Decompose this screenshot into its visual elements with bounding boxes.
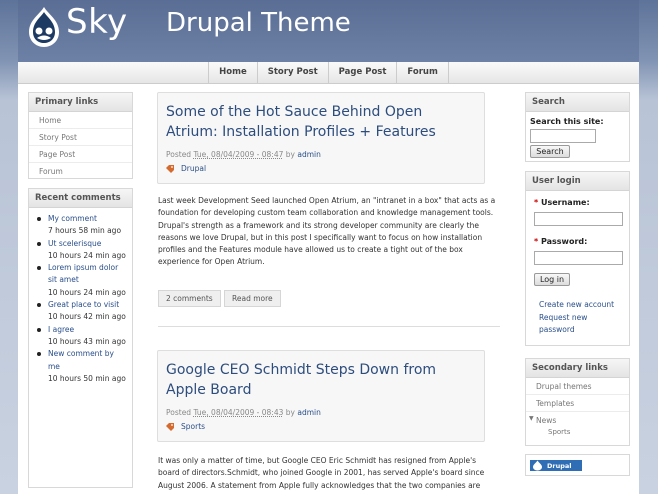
read-more-link[interactable]: Read more <box>224 290 281 307</box>
powered-by-block: Drupal <box>525 454 630 476</box>
by-label: by <box>285 408 295 417</box>
log-in-button[interactable]: Log in <box>534 273 570 286</box>
post-submitted: Posted Tue, 08/04/2009 - 08:43 by admin <box>158 408 484 417</box>
sidebar-item-label: News <box>536 416 557 425</box>
by-label: by <box>285 150 295 159</box>
create-account-link[interactable]: Create new account <box>539 300 614 309</box>
badge-text: Drupal <box>547 461 572 470</box>
comment-time: 10 hours 24 min ago <box>48 250 126 260</box>
search-label: Search this site: <box>530 117 604 126</box>
list-item: Great place to visit 10 hours 42 min ago <box>35 299 126 324</box>
sidebar-item-drupal-themes[interactable]: Drupal themes <box>526 378 629 395</box>
password-label-text: Password: <box>540 237 588 246</box>
drupal-drop-icon <box>533 460 542 471</box>
expanded-triangle-icon: ▼ <box>529 415 534 422</box>
request-password-line1: Request new <box>539 313 588 322</box>
author-link[interactable]: admin <box>297 150 321 159</box>
request-password-line2: password <box>539 325 575 335</box>
required-mark: * <box>534 198 539 207</box>
drupal-logo-icon[interactable] <box>28 6 60 48</box>
username-label: * Username: <box>534 198 590 207</box>
comment-link[interactable]: I agree <box>48 325 74 334</box>
term-link[interactable]: Sports <box>181 422 205 431</box>
post-terms: Drupal <box>158 164 484 173</box>
nav-item-page-post[interactable]: Page Post <box>329 62 398 83</box>
comment-link[interactable]: Ut scelerisque <box>48 239 101 248</box>
sidebar-item-page-post[interactable]: Page Post <box>29 146 132 163</box>
posted-label: Posted <box>166 408 192 417</box>
comment-time: 10 hours 24 min ago <box>48 287 126 297</box>
comment-time: 10 hours 43 min ago <box>48 336 126 346</box>
password-label: * Password: <box>534 237 587 246</box>
comment-link[interactable]: Great place to visit <box>48 300 119 309</box>
comment-time: 7 hours 58 min ago <box>48 226 122 236</box>
post-divider <box>158 326 500 327</box>
comments-link[interactable]: 2 comments <box>158 290 221 307</box>
nav-item-home[interactable]: Home <box>208 62 258 83</box>
sidebar-item-story-post[interactable]: Story Post <box>29 129 132 146</box>
comment-link[interactable]: Lorem ipsum dolor sit amet <box>48 263 118 284</box>
list-item: Lorem ipsum dolor sit amet 10 hours 24 mi… <box>35 262 126 299</box>
list-item: I agree 10 hours 43 min ago <box>35 324 126 349</box>
nav-item-forum[interactable]: Forum <box>397 62 449 83</box>
primary-links-block: Primary links Home Story Post Page Post … <box>28 92 133 179</box>
comment-link[interactable]: My comment <box>48 214 97 223</box>
request-password-link[interactable]: Request new password <box>539 312 587 337</box>
password-field[interactable] <box>534 251 623 265</box>
post-title[interactable]: Some of the Hot Sauce Behind Open Atrium… <box>158 93 484 142</box>
post-header: Google CEO Schmidt Steps Down from Apple… <box>157 350 485 442</box>
user-login-block: User login * Username: * Password: Log i… <box>525 171 630 346</box>
sidebar-item-templates[interactable]: Templates <box>526 395 629 412</box>
comment-time: 10 hours 50 min ago <box>48 373 126 383</box>
term-link[interactable]: Drupal <box>181 164 206 173</box>
post-title[interactable]: Google CEO Schmidt Steps Down from Apple… <box>158 351 484 400</box>
author-link[interactable]: admin <box>297 408 321 417</box>
nav-item-story-post[interactable]: Story Post <box>258 62 329 83</box>
search-input[interactable] <box>530 129 596 143</box>
post-body: Last week Development Seed launched Open… <box>158 196 496 267</box>
sidebar-item-forum[interactable]: Forum <box>29 163 132 180</box>
site-header: Sky Drupal Theme <box>18 0 639 62</box>
primary-navigation: Home Story Post Page Post Forum <box>18 62 639 84</box>
list-item: My comment 7 hours 58 min ago <box>35 213 126 238</box>
required-mark: * <box>534 237 539 246</box>
site-name[interactable]: Sky <box>66 2 128 42</box>
post-submitted: Posted Tue, 08/04/2009 - 08:47 by admin <box>158 150 484 159</box>
sidebar-item-news[interactable]: ▼ News <box>526 412 629 426</box>
post-terms: Sports <box>158 422 484 431</box>
block-title: Secondary links <box>526 359 629 378</box>
list-item: Ut scelerisque 10 hours 24 min ago <box>35 238 126 263</box>
block-title: User login <box>526 172 629 191</box>
block-title: Recent comments <box>29 189 132 208</box>
comments-list: My comment 7 hours 58 min ago Ut sceleris… <box>29 208 132 385</box>
secondary-links-block: Secondary links Drupal themes Templates … <box>525 358 630 446</box>
tag-icon <box>166 422 174 431</box>
page-content: Primary links Home Story Post Page Post … <box>18 84 639 494</box>
tag-icon <box>166 164 174 173</box>
post-date: Tue, 08/04/2009 - 08:43 <box>193 408 284 417</box>
username-label-text: Username: <box>540 198 590 207</box>
post-header: Some of the Hot Sauce Behind Open Atrium… <box>157 92 485 184</box>
username-field[interactable] <box>534 212 623 226</box>
recent-comments-block: Recent comments My comment 7 hours 58 min… <box>28 188 133 488</box>
list-item: New comment by me 10 hours 50 min ago <box>35 348 126 385</box>
powered-by-drupal-badge[interactable]: Drupal <box>530 460 582 471</box>
search-block: Search Search this site: Search <box>525 92 630 162</box>
comment-time: 10 hours 42 min ago <box>48 312 126 322</box>
posted-label: Posted <box>166 150 192 159</box>
site-slogan: Drupal Theme <box>166 8 351 38</box>
sidebar-subitem-sports[interactable]: Sports <box>526 426 629 438</box>
post-body: It was only a matter of time, but Google… <box>158 456 485 490</box>
sidebar-item-home[interactable]: Home <box>29 112 132 129</box>
post-date: Tue, 08/04/2009 - 08:47 <box>193 150 284 159</box>
block-title: Search <box>526 93 629 112</box>
search-button[interactable]: Search <box>530 145 570 158</box>
comment-link[interactable]: New comment by me <box>48 349 114 370</box>
block-title: Primary links <box>29 93 132 112</box>
